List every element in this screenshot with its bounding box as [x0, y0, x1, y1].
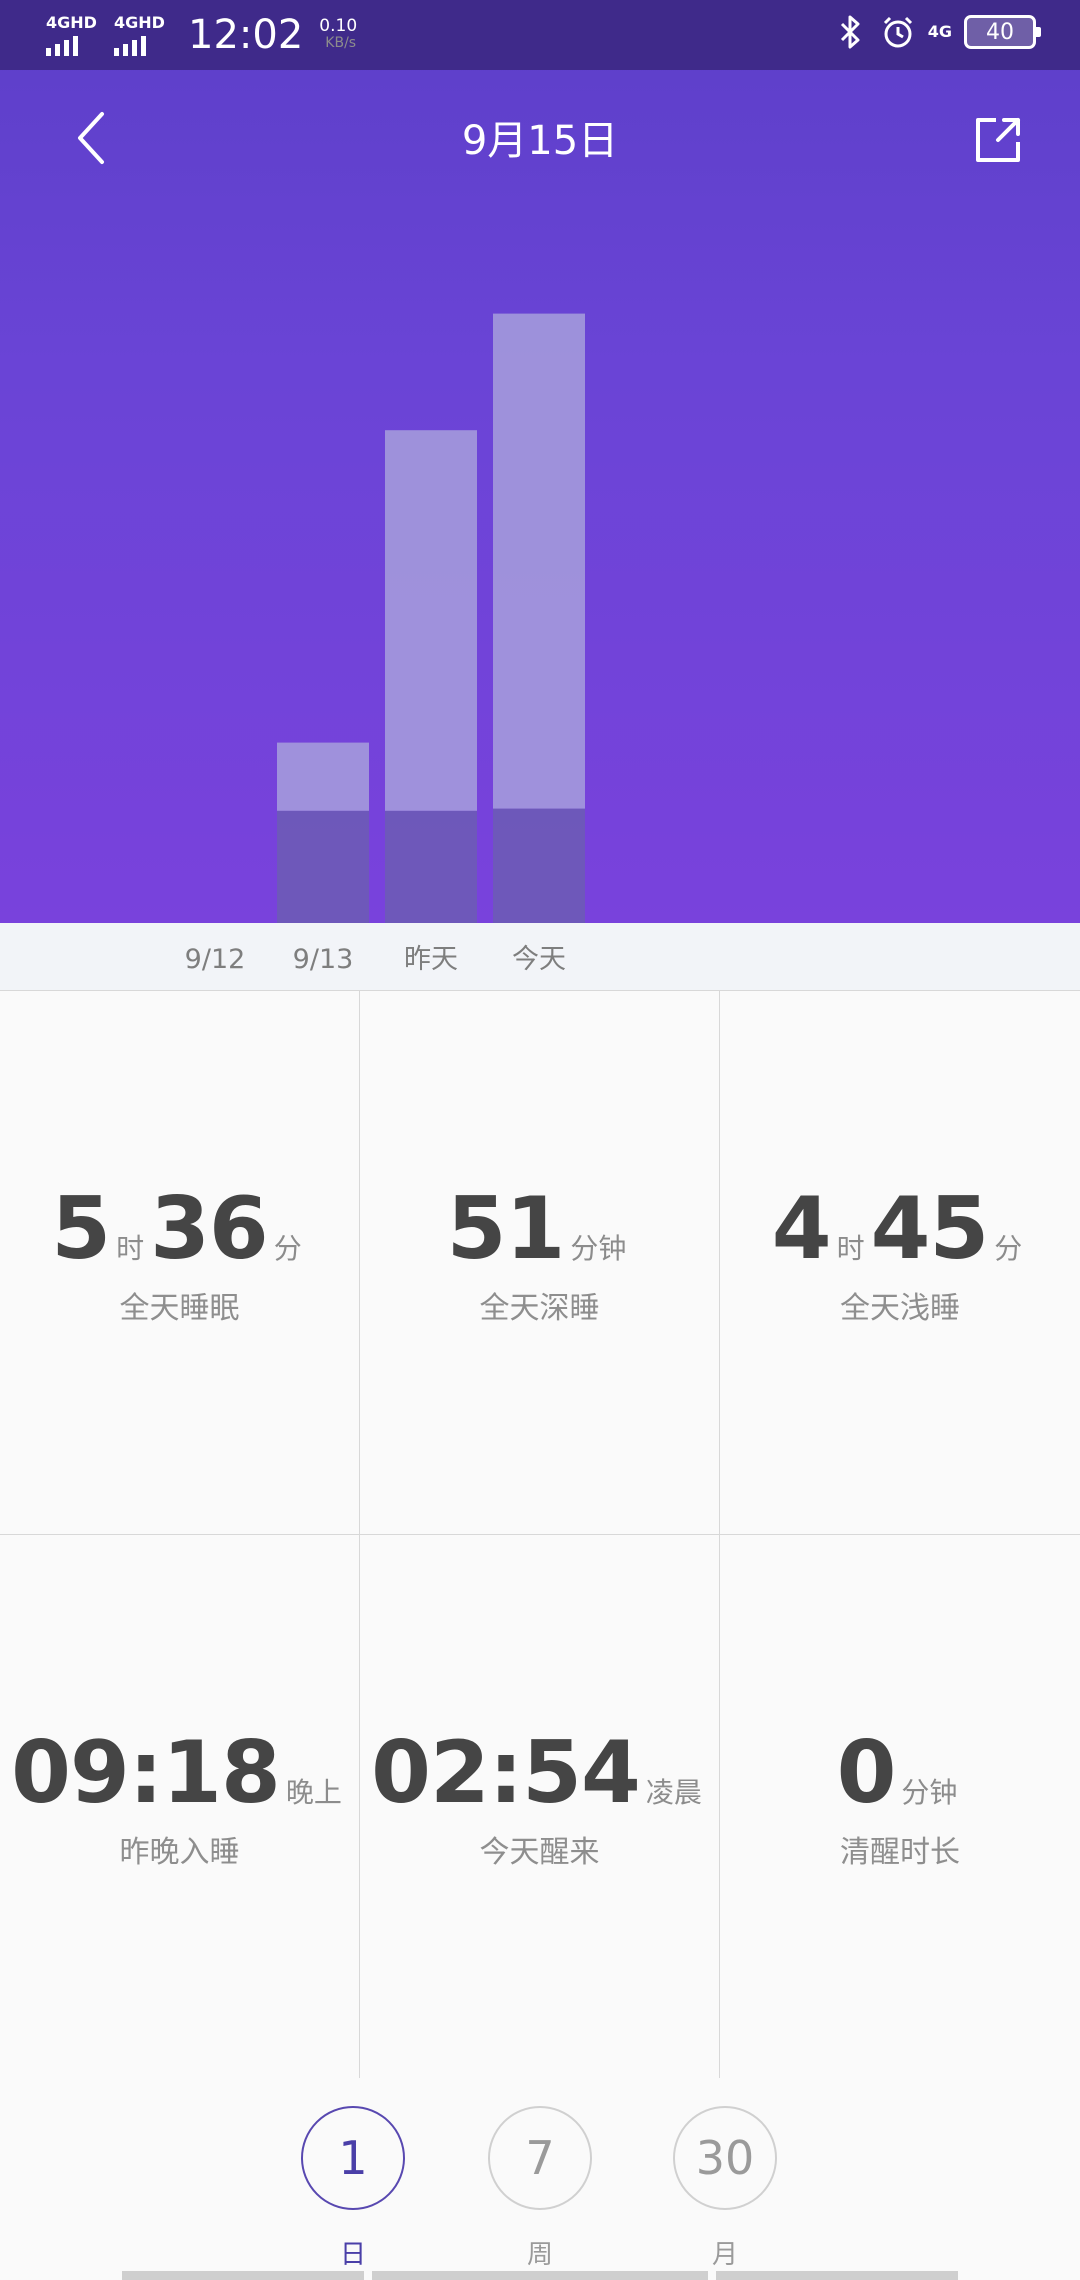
stat-number: 45 [870, 1179, 990, 1279]
range-label: 周 [526, 2240, 553, 2270]
bar-segment-今天-0 [493, 808, 585, 923]
stat-cell: 02:54 凌晨今天醒来 [360, 1535, 720, 2079]
chart-x-axis: 9/12 9/13 昨天 今天 [0, 923, 1080, 991]
signal-bars-icon [114, 34, 146, 56]
network-indicator-2: 4GHD [114, 14, 168, 56]
stat-number: 36 [150, 1179, 269, 1279]
network-type-label: 4GHD [46, 13, 97, 32]
stat-number: 09:18 [11, 1723, 281, 1823]
stat-cell: 5 时 36 分全天睡眠 [0, 991, 360, 1535]
bar-segment-9/13-0 [277, 810, 369, 923]
status-right: 4G 40 [832, 12, 1041, 52]
stat-label: 全天浅睡 [840, 1291, 960, 1326]
stat-cell: 4 时 45 分全天浅睡 [720, 991, 1080, 1535]
share-icon [976, 118, 1020, 162]
stat-label: 全天睡眠 [119, 1291, 240, 1326]
network-speed: 0.10 KB/s [319, 18, 362, 52]
sleep-stats-grid: 5 时 36 分全天睡眠 51 分钟 全天深睡 4 时 45 分全天浅睡 09:18 晚上 昨晚入睡 02:… [0, 990, 1080, 2079]
stat-label: 全天深睡 [479, 1291, 600, 1326]
status-bar: 4GHD 4GHD 12:02 0.10 KB/s 4G 40 [0, 0, 1080, 70]
x-tick-label: 9/13 [292, 944, 354, 975]
stat-number: 0 [836, 1723, 897, 1823]
range-circle: 1 [301, 2106, 405, 2210]
stat-label: 今天醒来 [479, 1835, 600, 1870]
stat-number: 02:54 [371, 1723, 641, 1823]
x-tick-label: 9/12 [184, 944, 246, 975]
stat-cell: 51 分钟全天深睡 [360, 991, 720, 1535]
stat-number: 51 [446, 1179, 566, 1279]
range-option-日[interactable]: 1日 [301, 2106, 405, 2271]
x-tick-label: 昨天 [404, 944, 458, 975]
bar-segment-今天-1 [493, 313, 585, 809]
bar-segment-昨天-0 [385, 810, 477, 923]
stat-value: 4 时 45 分 [720, 1181, 1080, 1277]
stat-unit: 分钟 [901, 1776, 958, 1809]
share-button[interactable] [972, 112, 1026, 166]
stat-cell: 0 分钟清醒时长 [720, 1535, 1080, 2079]
page-title: 9月15日 [461, 118, 619, 164]
range-label: 月 [711, 2240, 738, 2270]
signal-bars-icon [46, 34, 78, 56]
stat-unit: 分 [994, 1232, 1023, 1265]
bar-segment-9/13-1 [277, 742, 369, 811]
stat-unit: 时 [836, 1232, 865, 1265]
stat-unit: 分钟 [570, 1232, 627, 1265]
stat-value: 0 分钟 [720, 1725, 1080, 1821]
nav-hint-left [122, 2271, 364, 2280]
mobile-data-indicator: 4G [927, 22, 952, 41]
range-circle: 30 [673, 2106, 777, 2210]
range-selector: 1 日 7 周 30 月 [0, 2078, 1080, 2280]
app-header: 9月15日 [0, 70, 1080, 210]
bluetooth-icon [832, 12, 868, 52]
x-tick-label: 今天 [512, 944, 566, 975]
stat-label: 昨晚入睡 [119, 1835, 240, 1870]
nav-hint-center [372, 2271, 708, 2280]
bar-segment-昨天-1 [385, 430, 477, 811]
stat-label: 清醒时长 [840, 1835, 960, 1870]
stat-cell: 09:18 晚上昨晚入睡 [0, 1535, 360, 2079]
status-left: 4GHD 4GHD 12:02 0.10 KB/s [46, 10, 362, 60]
range-circle: 7 [488, 2106, 592, 2210]
stat-value: 5 时 36 分 [0, 1181, 359, 1277]
range-option-月[interactable]: 30 月 [673, 2106, 777, 2271]
alarm-icon [880, 12, 916, 52]
range-option-周[interactable]: 7周 [488, 2106, 592, 2271]
stat-unit: 分 [273, 1232, 302, 1265]
stat-unit: 凌晨 [645, 1776, 702, 1809]
network-type-label: 4GHD [114, 13, 165, 32]
stat-number: 5 [51, 1179, 111, 1279]
battery-level: 40 [986, 19, 1014, 45]
battery-icon: 40 [964, 15, 1041, 49]
stat-value: 09:18 晚上 [0, 1725, 359, 1821]
status-clock: 12:02 [188, 12, 304, 58]
nav-hint-right [716, 2271, 958, 2280]
stat-unit: 晚上 [285, 1776, 342, 1809]
network-speed-value: 0.10 [319, 16, 358, 36]
stat-value: 02:54 凌晨 [360, 1725, 719, 1821]
stat-value: 51 分钟 [360, 1181, 719, 1277]
stat-unit: 时 [116, 1232, 145, 1265]
network-indicator-1: 4GHD [46, 14, 100, 56]
range-label: 日 [339, 2240, 366, 2270]
network-speed-unit: KB/s [325, 35, 357, 51]
stat-number: 4 [771, 1179, 832, 1279]
